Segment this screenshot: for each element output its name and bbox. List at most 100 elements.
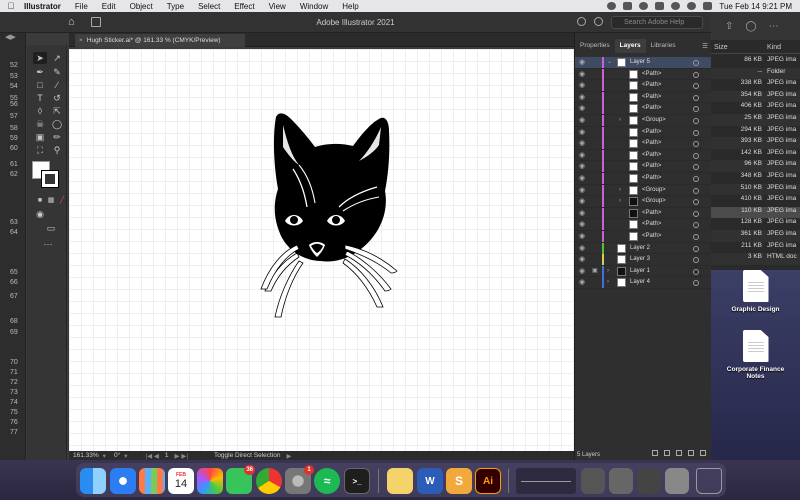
finder-row[interactable]: 348 KB JPEG ima — [711, 172, 800, 184]
pencil-tool-icon[interactable]: ✎ — [50, 66, 64, 78]
menu-edit[interactable]: Edit — [95, 2, 123, 11]
sublayer-row[interactable]: ◉ <Path> — [575, 207, 712, 220]
layer-name[interactable]: <Path> — [642, 80, 661, 91]
system-preferences-icon[interactable]: 1 — [285, 465, 314, 494]
sublayer-row[interactable]: ◉ <Path> — [575, 103, 712, 115]
layer-row[interactable]: ◉ Layer 3 — [575, 254, 712, 266]
wifi-icon[interactable] — [671, 2, 681, 10]
visibility-eye-icon[interactable]: ◉ — [579, 254, 585, 265]
selection-tool-icon[interactable]: ➤ — [33, 52, 47, 64]
sublime-text-icon[interactable]: S — [446, 468, 472, 494]
visibility-eye-icon[interactable]: ◉ — [579, 208, 585, 219]
illustrator-icon[interactable]: Ai — [475, 468, 501, 494]
launchpad-icon[interactable] — [139, 468, 165, 494]
cat-head[interactable] — [273, 113, 390, 262]
finder-row[interactable]: 361 KB JPEG ima — [711, 230, 800, 242]
sublayer-row[interactable]: ◉ <Path> — [575, 219, 712, 231]
expand-chevron-icon[interactable]: › — [619, 185, 621, 196]
finder-row[interactable]: 354 KB JPEG ima — [711, 90, 800, 103]
visibility-eye-icon[interactable]: ◉ — [579, 243, 585, 254]
layer-name[interactable]: <Path> — [642, 208, 661, 219]
visibility-eye-icon[interactable]: ◉ — [579, 103, 585, 114]
new-sublayer-icon[interactable] — [676, 450, 682, 456]
share-icon[interactable]: ⇧ — [725, 21, 733, 32]
eyedropper-tool-icon[interactable]: ✏ — [50, 131, 64, 143]
locate-object-icon[interactable] — [652, 450, 658, 456]
collapse-chevron-icon[interactable]: ⌄ — [607, 57, 612, 68]
zoom-dropdown-icon[interactable]: ▾ — [103, 452, 106, 460]
target-circle-icon[interactable] — [693, 141, 699, 148]
layer-name[interactable]: <Path> — [642, 127, 661, 138]
target-circle-icon[interactable] — [693, 268, 699, 275]
layer-name[interactable]: Layer 4 — [630, 277, 650, 288]
target-circle-icon[interactable] — [693, 222, 699, 229]
target-circle-icon[interactable] — [693, 152, 699, 159]
play-icon[interactable] — [639, 2, 649, 10]
artboard-prev-icon[interactable]: |◀ ◀ — [145, 452, 159, 460]
document-tab[interactable]: × Hugh Sticker.ai* @ 161.33 % (CMYK/Previ… — [75, 34, 245, 47]
expand-chevron-icon[interactable]: › — [607, 266, 609, 277]
cast-icon[interactable] — [623, 2, 633, 10]
make-clipping-mask-icon[interactable] — [664, 450, 670, 456]
layer-name[interactable]: <Group> — [642, 196, 666, 207]
visibility-eye-icon[interactable]: ◉ — [579, 80, 585, 91]
rotation-value[interactable]: 0° — [114, 452, 120, 459]
target-circle-icon[interactable] — [693, 210, 699, 217]
layer-name[interactable]: <Path> — [642, 173, 661, 184]
paintbrush-tool-icon[interactable]: ∕ — [50, 79, 64, 91]
visibility-eye-icon[interactable]: ◉ — [579, 277, 585, 288]
finder-row[interactable]: 86 KB JPEG ima — [711, 56, 800, 68]
layer-name[interactable]: <Path> — [642, 103, 661, 114]
visibility-eye-icon[interactable]: ◉ — [579, 127, 585, 138]
direct-selection-tool-icon[interactable]: ↗ — [50, 52, 64, 64]
menu-help[interactable]: Help — [335, 2, 365, 11]
tab-properties[interactable]: Properties — [575, 39, 615, 53]
sublayer-row[interactable]: ◉ › <Group> — [575, 196, 712, 208]
visibility-eye-icon[interactable]: ◉ — [579, 92, 585, 103]
visibility-eye-icon[interactable]: ◉ — [579, 219, 585, 230]
edit-toolbar-icon[interactable]: ⋯ — [41, 238, 55, 250]
target-circle-icon[interactable] — [693, 233, 699, 240]
tab-close-icon[interactable]: × — [79, 37, 83, 44]
sublayer-row[interactable]: ◉ <Path> — [575, 138, 712, 150]
finder-row[interactable]: 294 KB JPEG ima — [711, 126, 800, 138]
finder-row[interactable]: 3 KB HTML doc — [711, 253, 800, 265]
stroke-swatch[interactable] — [41, 170, 59, 188]
help-icon[interactable] — [577, 17, 586, 26]
finder-row[interactable]: -- Folder — [711, 67, 800, 80]
trash-icon[interactable] — [696, 468, 722, 494]
visibility-eye-icon[interactable]: ◉ — [579, 231, 585, 242]
visibility-eye-icon[interactable]: ◉ — [579, 196, 585, 207]
new-layer-icon[interactable] — [688, 450, 694, 456]
visibility-eye-icon[interactable]: ◉ — [579, 161, 585, 172]
tab-libraries[interactable]: Libraries — [646, 39, 681, 53]
desktop-icon-graphic-design[interactable]: Graphic Design — [711, 270, 800, 313]
visibility-eye-icon[interactable]: ◉ — [579, 115, 585, 126]
control-center-icon[interactable] — [703, 2, 713, 10]
artboard-canvas[interactable] — [69, 49, 574, 451]
target-circle-icon[interactable] — [693, 83, 699, 90]
expand-chevron-icon[interactable]: › — [607, 277, 609, 288]
visibility-eye-icon[interactable]: ◉ — [579, 57, 585, 68]
photos-icon[interactable] — [197, 468, 223, 494]
column-kind[interactable]: Kind — [767, 44, 781, 51]
screen-mode-icon[interactable]: ▭ — [44, 222, 58, 234]
rotation-dropdown-icon[interactable]: ▾ — [124, 452, 127, 460]
target-circle-icon[interactable] — [693, 60, 699, 66]
sublayer-row[interactable]: ◉ <Path> — [575, 230, 712, 243]
sublayer-row[interactable]: ◉ › <Group> — [575, 114, 712, 127]
menu-file[interactable]: File — [68, 2, 95, 11]
layer-row[interactable]: ◉ › Layer 4 — [575, 277, 712, 289]
menu-window[interactable]: Window — [293, 2, 335, 11]
terminal-icon[interactable]: >_ — [344, 468, 370, 494]
finder-row[interactable]: 110 KB JPEG ima — [711, 206, 800, 219]
layer-row[interactable]: ◉ ▣ › Layer 1 — [575, 265, 712, 278]
artboard-tool-icon[interactable]: ⛶ — [33, 144, 47, 156]
tag-icon[interactable]: ◯ — [745, 21, 756, 32]
status-arrow-icon[interactable]: ▶ — [287, 452, 292, 460]
minimized-window-thumb[interactable] — [665, 468, 689, 494]
sublayer-row[interactable]: ◉ <Path> — [575, 80, 712, 92]
menubar-clock[interactable]: Tue Feb 14 9:21 PM — [719, 2, 792, 11]
expand-chevron-icon[interactable]: › — [619, 196, 621, 207]
word-icon[interactable]: W — [417, 468, 443, 494]
